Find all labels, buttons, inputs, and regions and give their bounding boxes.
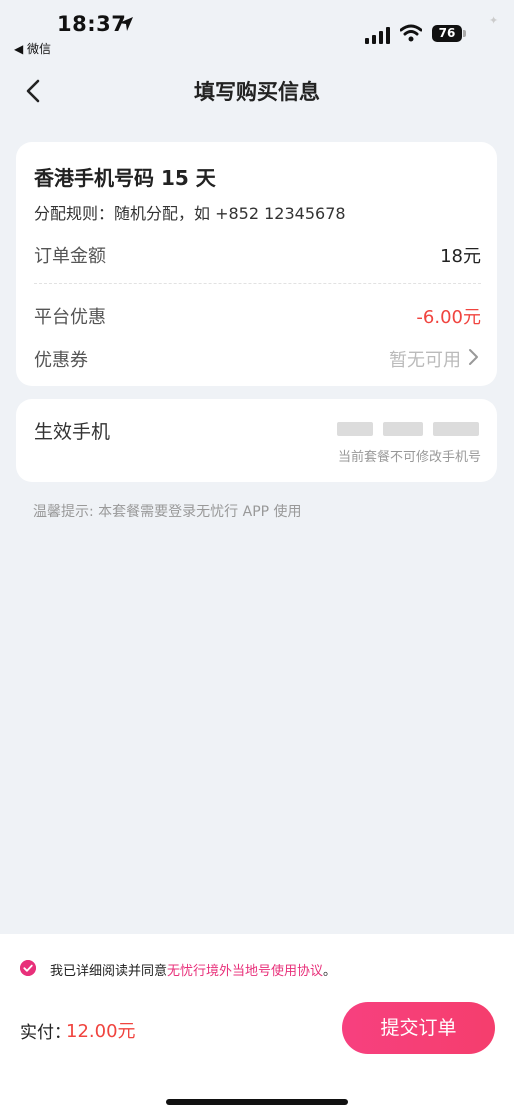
back-to-app-link[interactable]: ◀ 微信 bbox=[14, 40, 51, 57]
agreement-link[interactable]: 无忧行境外当地号使用协议 bbox=[167, 964, 323, 979]
platform-discount-value: -6.00元 bbox=[416, 307, 481, 328]
divider bbox=[34, 283, 481, 284]
home-indicator[interactable] bbox=[166, 1099, 348, 1105]
product-card: 香港手机号码 15 天 分配规则：随机分配，如 +852 12345678 订单… bbox=[16, 142, 497, 386]
battery-level: 76 bbox=[438, 26, 456, 40]
actual-pay-amount: 12.00元 bbox=[66, 1021, 136, 1042]
location-arrow-icon bbox=[119, 17, 133, 31]
phone-note: 当前套餐不可修改手机号 bbox=[337, 450, 481, 465]
agreement-suffix: 。 bbox=[323, 964, 337, 979]
cellular-signal-icon bbox=[365, 26, 391, 44]
nav-bar: 填写购买信息 bbox=[0, 70, 514, 114]
sparkle-icon: ✦ bbox=[489, 14, 499, 27]
effective-phone-card: 生效手机 当前套餐不可修改手机号 bbox=[16, 399, 497, 482]
wifi-icon bbox=[400, 24, 422, 42]
effective-phone-label: 生效手机 bbox=[34, 421, 111, 443]
page-title: 填写购买信息 bbox=[194, 80, 320, 104]
bottom-bar: 我已详细阅读并同意无忧行境外当地号使用协议。 实付： 12.00元 提交订单 bbox=[0, 934, 514, 1114]
agree-checkbox[interactable] bbox=[20, 960, 36, 976]
product-name: 香港手机号码 15 天 bbox=[34, 166, 216, 190]
masked-phone-number bbox=[337, 419, 481, 439]
battery-icon: 76 bbox=[432, 25, 462, 42]
agreement-text: 我已详细阅读并同意无忧行境外当地号使用协议。 bbox=[50, 960, 336, 979]
actual-pay-label: 实付： bbox=[20, 1023, 71, 1043]
order-amount-value: 18元 bbox=[440, 246, 481, 267]
order-amount-label: 订单金额 bbox=[34, 246, 106, 267]
submit-order-button[interactable]: 提交订单 bbox=[342, 1002, 495, 1054]
platform-discount-label: 平台优惠 bbox=[34, 307, 106, 328]
warm-tip: 温馨提示: 本套餐需要登录无忧行 APP 使用 bbox=[33, 504, 302, 520]
chevron-right-icon[interactable] bbox=[467, 348, 479, 366]
agreement-prefix: 我已详细阅读并同意 bbox=[50, 964, 168, 979]
battery-cap bbox=[463, 30, 466, 37]
coupon-label: 优惠券 bbox=[34, 350, 88, 371]
allocation-rule: 分配规则：随机分配，如 +852 12345678 bbox=[34, 204, 346, 223]
status-bar: 18:37 ◀ 微信 76 ✦ bbox=[0, 0, 514, 60]
status-time: 18:37 bbox=[57, 12, 127, 36]
